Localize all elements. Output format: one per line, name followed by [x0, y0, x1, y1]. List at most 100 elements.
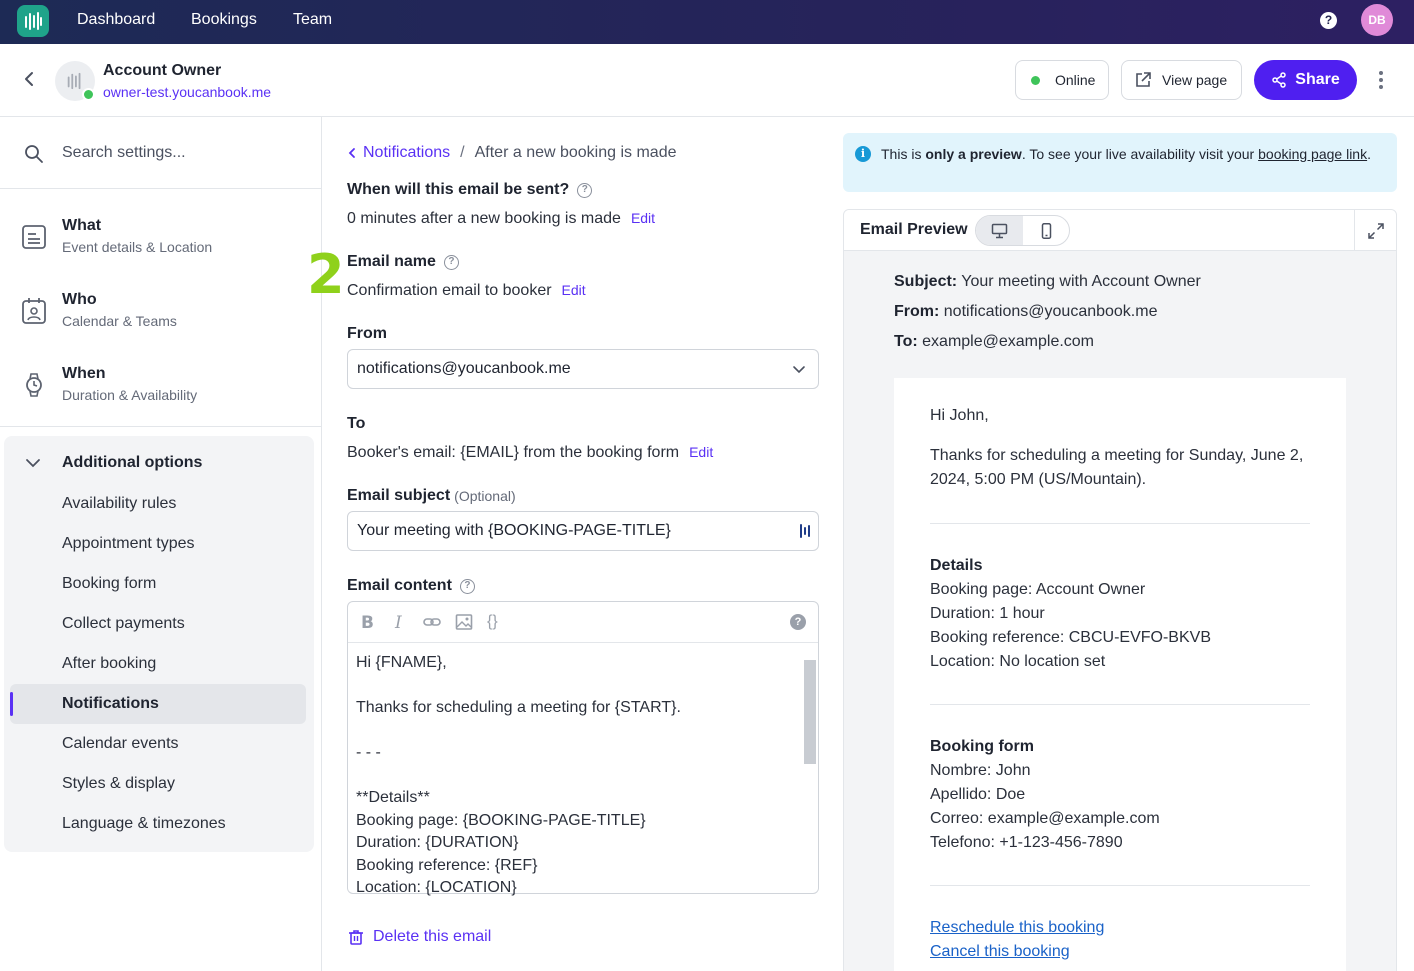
expand-icon[interactable] [1367, 222, 1385, 240]
section-who-subtitle: Calendar & Teams [62, 313, 177, 329]
sidebar-item-booking-form[interactable]: Booking form [10, 564, 306, 604]
edit-to-link[interactable]: Edit [689, 444, 713, 460]
edit-when-link[interactable]: Edit [631, 210, 655, 226]
preview-to: To: example@example.com [894, 333, 1094, 351]
view-page-label: View page [1162, 72, 1228, 88]
italic-icon[interactable]: I [395, 613, 402, 633]
details-heading: Details [930, 557, 983, 574]
info-bold: only a preview [925, 146, 1022, 162]
email-content-label-text: Email content [347, 577, 452, 594]
search-settings[interactable]: Search settings... [0, 117, 322, 189]
document-icon [22, 225, 46, 249]
email-subject-value: Your meeting with {BOOKING-PAGE-TITLE} [357, 522, 671, 539]
app-logo-icon[interactable] [17, 5, 49, 37]
detail-line: Duration: 1 hour [930, 605, 1045, 622]
booking-page-link[interactable]: booking page link [1258, 146, 1367, 162]
email-subject-label-text: Email subject [347, 487, 451, 504]
sidebar-section-who[interactable]: Who Calendar & Teams [0, 275, 322, 345]
editor-scrollbar[interactable] [804, 654, 816, 894]
form-line: Correo: example@example.com [930, 810, 1160, 827]
sidebar-item-notifications[interactable]: Notifications [10, 684, 306, 724]
external-link-icon [1136, 72, 1151, 87]
sidebar-item-appointment-types[interactable]: Appointment types [10, 524, 306, 564]
preview-info-banner: i This is only a preview. To see your li… [843, 133, 1397, 192]
additional-options-panel: Additional options Availability rules Ap… [4, 436, 314, 852]
account-url-link[interactable]: owner-test.youcanbook.me [103, 84, 271, 100]
chevron-down-icon[interactable] [24, 454, 42, 472]
email-content-editor[interactable]: B I {} ? Hi {FNAME}, Thanks for scheduli… [347, 601, 819, 896]
online-dot [1031, 75, 1040, 85]
email-name-text: Confirmation email to booker [347, 282, 552, 299]
email-subject-input[interactable]: Your meeting with {BOOKING-PAGE-TITLE} [347, 511, 819, 551]
nav-team[interactable]: Team [293, 11, 332, 29]
online-status-dot [82, 88, 95, 101]
when-sent-label-text: When will this email be sent? [347, 181, 570, 198]
booking-form-heading: Booking form [930, 738, 1034, 755]
email-preview-panel: Email Preview Subject: Your meeting with… [843, 209, 1397, 971]
share-button[interactable]: Share [1254, 60, 1357, 100]
delete-email-button[interactable]: Delete this email [347, 928, 491, 946]
email-name-value: Confirmation email to booker Edit [347, 282, 586, 300]
nav-dashboard[interactable]: Dashboard [77, 11, 155, 29]
sidebar-section-when[interactable]: When Duration & Availability [0, 349, 322, 419]
email-thanks: Thanks for scheduling a meeting for Sund… [930, 447, 1304, 488]
editor-toolbar: B I {} ? [348, 602, 818, 643]
sidebar-item-after-booking[interactable]: After booking [10, 644, 306, 684]
email-name-label: Email name ? [347, 253, 459, 271]
scrollbar-thumb[interactable] [804, 660, 816, 764]
sidebar-section-what[interactable]: What Event details & Location [0, 201, 322, 271]
sidebar-item-availability-rules[interactable]: Availability rules [10, 484, 306, 524]
edit-email-name-link[interactable]: Edit [562, 282, 586, 298]
delete-email-label: Delete this email [373, 928, 492, 945]
sidebar-item-collect-payments[interactable]: Collect payments [10, 604, 306, 644]
reschedule-booking-link[interactable]: Reschedule this booking [930, 919, 1104, 937]
more-options-icon[interactable] [1372, 69, 1390, 91]
to-text: Booker's email: {EMAIL} from the booking… [347, 444, 680, 461]
sidebar-divider [0, 426, 322, 427]
question-circle-icon[interactable]: ? [459, 578, 475, 594]
subject-value: Your meeting with Account Owner [961, 273, 1201, 290]
back-arrow-icon[interactable] [18, 68, 40, 90]
insert-variable-icon[interactable] [798, 523, 812, 539]
cancel-booking-link[interactable]: Cancel this booking [930, 943, 1070, 961]
sidebar-item-styles-display[interactable]: Styles & display [10, 764, 306, 804]
when-sent-label: When will this email be sent? ? [347, 181, 593, 199]
mobile-view-button[interactable] [1023, 216, 1069, 245]
section-who-title: Who [62, 291, 97, 308]
nav-bookings[interactable]: Bookings [191, 11, 257, 29]
breadcrumb-current: After a new booking is made [474, 144, 677, 161]
link-icon[interactable] [423, 615, 441, 629]
account-avatar [55, 61, 95, 101]
preview-info-text: This is only a preview. To see your live… [881, 145, 1381, 163]
email-name-label-text: Email name [347, 253, 436, 270]
bold-icon[interactable]: B [361, 613, 374, 633]
settings-sidebar: Search settings... What Event details & … [0, 117, 322, 971]
user-avatar[interactable]: DB [1361, 4, 1393, 36]
breadcrumb-notifications-link[interactable]: Notifications [363, 144, 450, 162]
chevron-left-icon[interactable] [347, 147, 357, 159]
optional-tag: (Optional) [454, 488, 516, 504]
question-circle-icon[interactable]: ? [443, 254, 459, 270]
step-number-annotation: 2 [307, 243, 345, 306]
search-input[interactable]: Search settings... [62, 144, 186, 162]
help-icon[interactable]: ? [1320, 12, 1337, 29]
breadcrumb-separator: / [460, 144, 465, 161]
email-content-text[interactable]: Hi {FNAME}, Thanks for scheduling a meet… [356, 652, 796, 900]
editor-help-icon[interactable]: ? [790, 614, 806, 630]
desktop-view-button[interactable] [976, 216, 1023, 245]
breadcrumb: Notifications / After a new booking is m… [347, 144, 677, 162]
sidebar-item-language-timezones[interactable]: Language & timezones [10, 804, 306, 844]
view-page-button[interactable]: View page [1121, 60, 1242, 100]
question-circle-icon[interactable]: ? [577, 182, 593, 198]
image-icon[interactable] [455, 613, 473, 631]
account-name: Account Owner [103, 62, 222, 79]
online-status-button[interactable]: Online [1015, 60, 1109, 100]
email-greeting: Hi John, [930, 407, 989, 424]
from-select[interactable]: notifications@youcanbook.me [347, 349, 819, 389]
watch-icon [26, 373, 42, 397]
sidebar-item-calendar-events[interactable]: Calendar events [10, 724, 306, 764]
info-mid: . To see your live availability visit yo… [1021, 146, 1259, 162]
variables-icon[interactable]: {} [487, 613, 498, 631]
additional-options-title[interactable]: Additional options [62, 454, 202, 472]
info-prefix: This is [881, 146, 926, 162]
